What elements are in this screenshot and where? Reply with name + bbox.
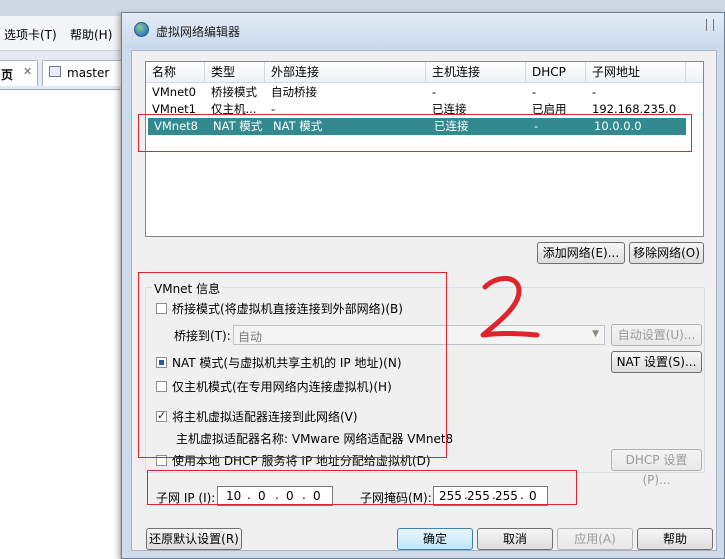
annotation-box-vmnet-info [138,272,447,458]
restore-defaults-button[interactable]: 还原默认设置(R) [146,528,242,550]
ok-button[interactable]: 确定 [397,528,473,550]
cell-dhcp: - [532,85,537,99]
nat-settings-button[interactable]: NAT 设置(S)... [611,351,702,373]
menu-tabs[interactable]: 选项卡(T) [4,26,57,43]
dhcp-settings-button[interactable]: DHCP 设置(P)... [611,449,702,487]
apply-button[interactable]: 应用(A) [557,528,633,550]
col-host[interactable]: 主机连接 [426,62,526,82]
annotation-box-subnet [147,470,577,505]
help-button[interactable]: 帮助 [637,528,713,550]
vm-icon [49,66,61,77]
background-tabbar: 页 ✕ master [0,51,124,90]
title-bar[interactable]: 虚拟网络编辑器 [122,13,724,49]
network-globe-icon [134,22,149,37]
close-icon[interactable]: ✕ [23,65,32,78]
cell-external: 自动桥接 [271,85,317,99]
cell-host: - [432,85,437,99]
tab-home-label: 页 [1,68,14,82]
window-control-icon[interactable] [706,19,714,31]
col-external[interactable]: 外部连接 [265,62,426,82]
tab-master-label: master [67,66,110,80]
tab-master[interactable]: master [42,60,124,86]
tab-home[interactable]: 页 ✕ [0,60,38,86]
add-network-button[interactable]: 添加网络(E)... [537,242,625,264]
auto-settings-button[interactable]: 自动设置(U)... [611,324,702,346]
dialog-title: 虚拟网络编辑器 [156,25,241,39]
col-subnet[interactable]: 子网地址 [586,62,686,82]
annotation-box-vmnet8 [138,114,692,152]
menu-help[interactable]: 帮助(H) [70,26,112,43]
chevron-down-icon: ▼ [592,329,599,339]
background-content [0,90,120,559]
handwritten-two-annotation [480,276,540,338]
table-row[interactable]: VMnet0 桥接模式 自动桥接 - - - [146,84,703,101]
cell-type: 桥接模式 [211,85,257,99]
cell-name: VMnet0 [152,85,196,99]
cancel-button[interactable]: 取消 [477,528,553,550]
cell-subnet: - [592,85,597,99]
col-dhcp[interactable]: DHCP [526,62,586,82]
background-menubar: 选项卡(T) 帮助(H) [0,16,120,51]
list-header: 名称 类型 外部连接 主机连接 DHCP 子网地址 [146,62,703,83]
col-type[interactable]: 类型 [205,62,265,82]
remove-network-button[interactable]: 移除网络(O) [629,242,704,264]
col-name[interactable]: 名称 [146,62,205,82]
